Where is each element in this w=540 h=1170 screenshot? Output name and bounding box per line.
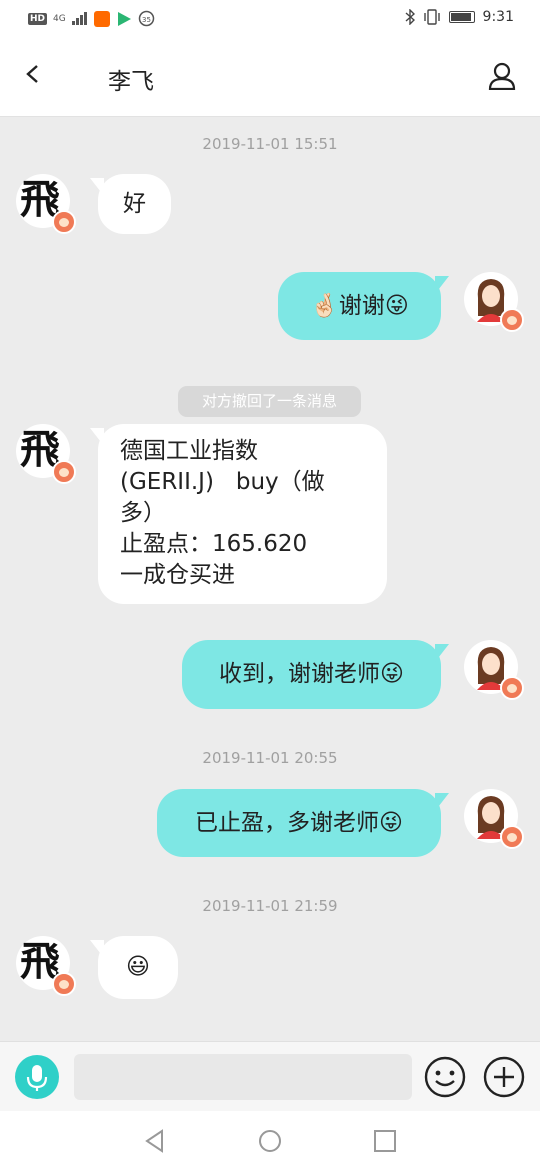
message-line: 一成仓买进: [120, 562, 235, 588]
message-line: 止盈点：165.620: [120, 531, 308, 557]
vibrate-icon: [423, 9, 440, 25]
badge-icon: [52, 460, 76, 484]
message-input[interactable]: [74, 1054, 412, 1100]
battery-icon: [448, 11, 475, 23]
input-bar: [0, 1041, 540, 1112]
message-bubble-outgoing[interactable]: 已止盈，多谢老师😜: [157, 789, 449, 857]
chevron-left-icon[interactable]: [24, 65, 42, 83]
message-line: 多）: [120, 500, 166, 526]
play-app-icon: [117, 11, 131, 26]
contact-avatar[interactable]: 飛: [16, 424, 76, 484]
contact-avatar[interactable]: 飛: [16, 936, 76, 996]
network-type: 4G: [53, 13, 66, 24]
taobao-app-icon: [93, 10, 110, 27]
plus-icon[interactable]: [482, 1055, 526, 1099]
message-bubble-incoming[interactable]: 😃: [90, 936, 178, 999]
badge-icon: [500, 825, 524, 849]
message-bubble-incoming[interactable]: 德国工业指数 (GERII.J) buy（做 多） 止盈点：165.620 一成…: [90, 424, 387, 604]
self-avatar[interactable]: [464, 789, 524, 849]
clock: 9:31: [482, 9, 514, 25]
status-right: 9:31: [405, 9, 514, 25]
self-avatar[interactable]: [464, 640, 524, 700]
timestamp: 2019-11-01 21:59: [202, 897, 338, 915]
chat-header: 李飞: [0, 38, 540, 117]
status-left: HD 4G 35: [28, 10, 155, 27]
nav-recent-icon[interactable]: [372, 1128, 398, 1154]
timestamp: 2019-11-01 20:55: [202, 749, 338, 767]
message-bubble-incoming[interactable]: 好: [90, 174, 171, 234]
badge-icon: [52, 210, 76, 234]
bluetooth-icon: [405, 9, 415, 25]
badge-icon: [500, 676, 524, 700]
hd-indicator: HD: [28, 12, 48, 25]
person-icon[interactable]: [488, 62, 516, 90]
game-app-icon: 35: [138, 10, 154, 27]
voice-button[interactable]: [15, 1055, 59, 1099]
system-nav-bar: [0, 1111, 540, 1170]
emoji-icon[interactable]: [423, 1055, 467, 1099]
message-line: 德国工业指数: [120, 438, 258, 464]
recalled-message-notice: 对方撤回了一条消息: [178, 386, 361, 417]
timestamp: 2019-11-01 15:51: [202, 135, 338, 153]
badge-icon: [500, 308, 524, 332]
self-avatar[interactable]: [464, 272, 524, 332]
message-line: (GERII.J) buy（做: [120, 469, 325, 495]
nav-back-icon[interactable]: [142, 1128, 168, 1154]
contact-avatar[interactable]: 飛: [16, 174, 76, 234]
microphone-icon: [26, 1065, 48, 1091]
signal-icon: [71, 12, 87, 25]
message-bubble-outgoing[interactable]: 收到，谢谢老师😜: [182, 640, 449, 709]
chat-title: 李飞: [108, 69, 154, 95]
status-bar: HD 4G 35 9:31: [0, 0, 540, 38]
badge-icon: [52, 972, 76, 996]
message-bubble-outgoing[interactable]: 🤞🏻谢谢😜: [278, 272, 449, 340]
nav-home-icon[interactable]: [257, 1128, 283, 1154]
svg-text:35: 35: [142, 16, 151, 24]
